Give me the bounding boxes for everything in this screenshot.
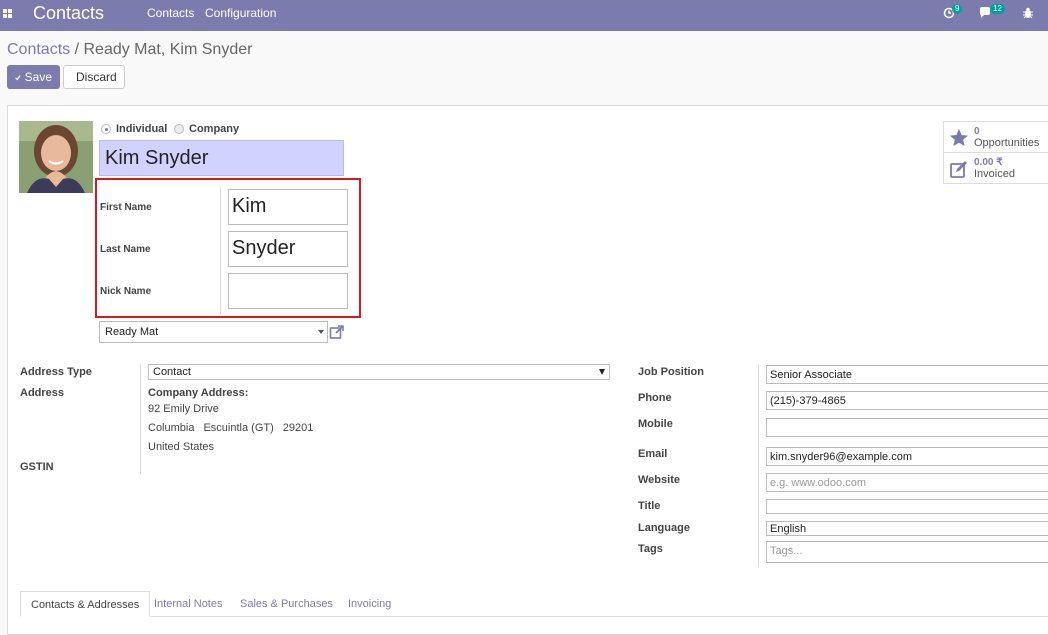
address-type-select[interactable]: Contact	[148, 364, 610, 380]
nick-name-input[interactable]	[228, 273, 348, 309]
email-input[interactable]: kim.snyder96@example.com	[766, 447, 1048, 466]
phone-input[interactable]: (215)-379-4865	[766, 391, 1048, 410]
parent-company-value: Ready Mat	[105, 326, 159, 338]
caret-down-icon	[318, 330, 324, 334]
first-name-input[interactable]: Kim	[228, 189, 348, 225]
address-type-label: Address Type	[20, 366, 92, 378]
address-city-line: Columbia Escuintla (GT) 29201	[148, 422, 313, 434]
top-navbar: Contacts Contacts Configuration 9 12	[0, 0, 1048, 31]
right-group-divider	[758, 364, 759, 567]
address-city: Columbia	[148, 422, 195, 434]
first-name-label: First Name	[100, 202, 152, 213]
breadcrumb-current: Ready Mat, Kim Snyder	[83, 41, 253, 58]
opportunities-label: Opportunities	[974, 137, 1040, 149]
language-select[interactable]: English	[766, 521, 1048, 536]
tags-input[interactable]: Tags...	[766, 541, 1048, 563]
address-label: Address	[20, 387, 65, 399]
invoiced-label: Invoiced	[974, 168, 1015, 180]
mobile-input[interactable]	[766, 418, 1048, 437]
company-address-heading: Company Address:	[148, 387, 249, 399]
breadcrumb-contacts-link[interactable]: Contacts	[7, 41, 70, 58]
mobile-label: Mobile	[638, 418, 673, 430]
nick-name-label: Nick Name	[100, 286, 152, 297]
address-country: United States	[148, 441, 215, 453]
save-button-label: Save	[24, 70, 52, 84]
website-input[interactable]: e.g. www.odoo.com	[766, 473, 1048, 492]
address-zip: 29201	[282, 422, 314, 434]
opportunities-smart-button[interactable]: 0 Opportunities	[943, 121, 1048, 153]
invoiced-amount: 0.00 ₹	[974, 157, 1003, 168]
tab-internal-notes[interactable]: Internal Notes	[144, 591, 232, 617]
opportunities-count: 0	[974, 126, 980, 137]
last-name-input[interactable]: Snyder	[228, 231, 348, 267]
app-title: Contacts	[33, 3, 105, 23]
email-label: Email	[638, 448, 668, 460]
star-icon	[950, 129, 968, 146]
external-link-icon[interactable]	[329, 324, 345, 340]
language-label: Language	[638, 522, 690, 534]
last-name-label: Last Name	[100, 244, 151, 255]
radio-individual[interactable]: Individual	[101, 123, 167, 135]
radio-company[interactable]: Company	[174, 123, 239, 135]
breadcrumb-separator: /	[70, 41, 84, 58]
discard-button[interactable]: Discard	[63, 65, 125, 89]
phone-label: Phone	[638, 392, 672, 404]
apps-menu-icon[interactable]	[3, 9, 12, 18]
address-state: Escuintla (GT)	[203, 422, 274, 434]
tab-contacts-addresses[interactable]: Contacts & Addresses	[20, 591, 151, 617]
job-position-input[interactable]: Senior Associate	[766, 365, 1048, 384]
parent-company-select[interactable]: Ready Mat	[99, 321, 328, 343]
address-street: 92 Emily Drive	[148, 403, 219, 415]
menu-configuration[interactable]: Configuration	[205, 6, 276, 20]
caret-down-icon	[599, 369, 605, 375]
title-label: Title	[638, 500, 661, 512]
left-group-divider	[140, 364, 141, 474]
tab-sales-purchases[interactable]: Sales & Purchases	[230, 591, 343, 617]
website-label: Website	[638, 474, 680, 486]
tags-label: Tags	[638, 543, 663, 555]
breadcrumb: Contacts / Ready Mat, Kim Snyder	[7, 41, 252, 59]
invoiced-smart-button[interactable]: 0.00 ₹ Invoiced	[943, 152, 1048, 184]
save-button[interactable]: Save	[7, 65, 60, 89]
name-fields-divider	[220, 187, 221, 314]
debug-bug-icon[interactable]	[1021, 6, 1035, 20]
radio-individual-label: Individual	[116, 123, 168, 135]
contact-avatar[interactable]	[19, 121, 93, 193]
messages-count-badge: 12	[990, 4, 1005, 14]
radio-individual-dot	[101, 124, 111, 134]
radio-company-label: Company	[189, 123, 240, 135]
discard-button-label: Discard	[76, 70, 117, 84]
tab-invoicing[interactable]: Invoicing	[338, 591, 401, 617]
display-name-field[interactable]: Kim Snyder	[99, 140, 344, 176]
check-icon	[15, 74, 21, 80]
address-type-value: Contact	[153, 366, 191, 378]
activity-count-badge: 9	[952, 4, 963, 14]
gstin-label: GSTIN	[20, 461, 54, 473]
menu-contacts[interactable]: Contacts	[147, 6, 194, 20]
radio-company-dot	[174, 124, 184, 134]
pencil-square-icon	[950, 161, 967, 178]
job-position-label: Job Position	[638, 366, 704, 378]
title-select[interactable]	[766, 499, 1048, 514]
